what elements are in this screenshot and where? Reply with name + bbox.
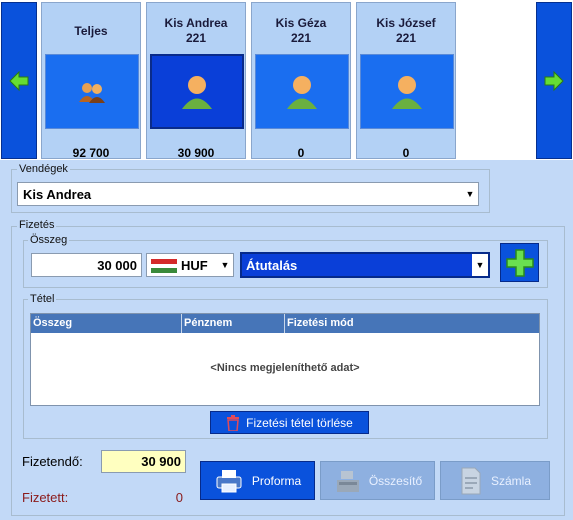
chevron-down-icon: ▼ [465, 189, 475, 199]
guest-name: Kis Géza [275, 16, 327, 30]
guest-room: 221 [290, 31, 312, 45]
guest-amount: 30 900 [177, 146, 215, 160]
chevron-down-icon: ▼ [472, 254, 488, 276]
fizetett-label: Fizetett: [22, 490, 69, 505]
amount-value: 30 000 [97, 258, 137, 273]
column-header-fizetesi-mod[interactable]: Fizetési mód [285, 314, 539, 333]
guest-card-kis-andrea[interactable]: Kis Andrea 221 30 900 [146, 2, 246, 160]
guest-name: Kis Andrea [164, 16, 228, 30]
osszesito-button[interactable]: Összesítő [320, 461, 435, 500]
fizetett-value: 0 [175, 490, 183, 505]
delete-payment-item-label: Fizetési tétel törlése [246, 415, 353, 430]
trash-icon [227, 414, 240, 431]
guest-select[interactable]: Kis Andrea ▼ [17, 182, 479, 206]
group-icon [45, 54, 139, 129]
person-icon [255, 54, 349, 129]
guest-strip: Teljes 92 700 Kis Andrea 221 30 900 Kis … [0, 0, 573, 160]
column-header-osszeg[interactable]: Összeg [31, 314, 182, 333]
szamla-label: Számla [490, 473, 531, 488]
tetel-label: Tétel [28, 293, 57, 305]
cash-register-icon [336, 470, 359, 492]
arrow-right-icon [544, 70, 564, 91]
guest-room: 221 [185, 31, 207, 45]
add-payment-button[interactable] [500, 243, 539, 282]
guest-amount: 0 [297, 146, 305, 160]
previous-guest-button[interactable] [1, 2, 37, 159]
proforma-label: Proforma [251, 473, 302, 488]
person-icon [150, 54, 244, 129]
column-header-penznem[interactable]: Pénznem [182, 314, 285, 333]
printer-icon [216, 469, 242, 492]
empty-table-message: <Nincs megjeleníthető adat> [210, 362, 360, 374]
amount-input[interactable]: 30 000 [31, 253, 142, 277]
guest-room: 221 [395, 31, 417, 45]
hungary-flag-icon [151, 259, 177, 273]
next-guest-button[interactable] [536, 2, 572, 159]
delete-payment-item-button[interactable]: Fizetési tétel törlése [210, 411, 369, 434]
guest-card-kis-jozsef[interactable]: Kis József 221 0 [356, 2, 456, 160]
chevron-down-icon: ▼ [220, 260, 230, 270]
guest-amount: 92 700 [72, 146, 110, 160]
person-icon [360, 54, 454, 129]
currency-select[interactable]: HUF ▼ [146, 253, 234, 277]
payment-method-value: Átutalás [246, 258, 298, 273]
payment-items-table[interactable]: Összeg Pénznem Fizetési mód <Nincs megje… [30, 313, 540, 406]
plus-icon [505, 248, 534, 277]
osszeg-label: Összeg [28, 234, 70, 246]
currency-value: HUF [181, 258, 208, 273]
guest-name: Kis József [376, 16, 436, 30]
arrow-left-icon [9, 70, 29, 91]
guest-card-teljes[interactable]: Teljes 92 700 [41, 2, 141, 160]
table-header: Összeg Pénznem Fizetési mód [31, 314, 539, 333]
fizetendo-field: 30 900 [101, 450, 186, 473]
payment-method-select[interactable]: Átutalás ▼ [240, 252, 490, 278]
osszesito-label: Összesítő [368, 473, 423, 488]
fizetes-label: Fizetés [17, 219, 57, 231]
proforma-button[interactable]: Proforma [200, 461, 315, 500]
fizetendo-label: Fizetendő: [22, 454, 83, 469]
invoice-icon [461, 467, 481, 494]
guest-name: Teljes [74, 24, 108, 38]
szamla-button[interactable]: Számla [440, 461, 550, 500]
guest-amount: 0 [402, 146, 410, 160]
guest-select-value: Kis Andrea [23, 187, 92, 202]
vendegek-label: Vendégek [17, 163, 70, 175]
fizetendo-value: 30 900 [141, 454, 181, 469]
guest-card-kis-geza[interactable]: Kis Géza 221 0 [251, 2, 351, 160]
